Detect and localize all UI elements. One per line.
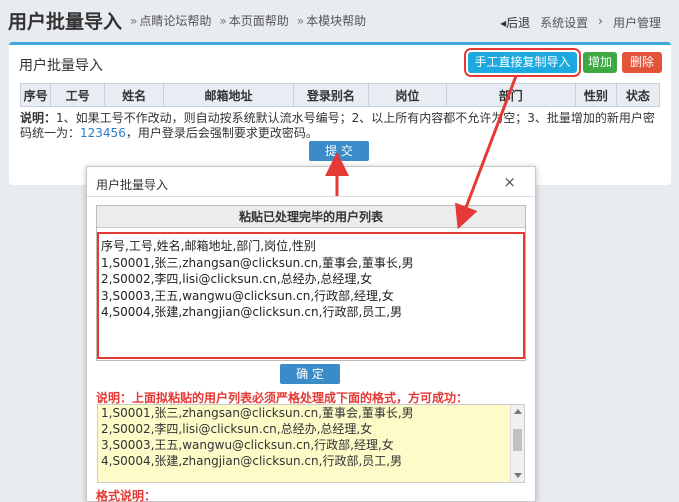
dialog-header: 用户批量导入 × [87,167,535,197]
help-link-page[interactable]: » 本页面帮助 [219,12,288,29]
submit-button[interactable]: 提 交 [309,141,369,161]
table-header-row: 序号 工号 姓名 邮箱地址 登录别名 岗位 部门 性别 状态 [19,83,661,107]
scroll-down-icon[interactable] [514,473,522,478]
confirm-button[interactable]: 确 定 [280,364,340,384]
column-header: 序号 [19,83,52,107]
example-text: 1,S0001,张三,zhangsan@clicksun.cn,董事会,董事长,… [101,406,414,468]
paste-textarea[interactable]: 序号,工号,姓名,邮箱地址,部门,岗位,性别 1,S0001,张三,zhangs… [97,232,525,359]
scrollbar[interactable] [510,405,524,482]
page-header: 用户批量导入 » 点睛论坛帮助 » 本页面帮助 » 本模块帮助 ◂后退 系统设置 › … [0,0,679,40]
page-title: 用户批量导入 [8,11,123,33]
paste-section-header: 粘贴已处理完毕的用户列表 [97,206,525,228]
column-header: 性别 [574,83,617,107]
breadcrumb-item[interactable]: 系统设置 [540,14,588,31]
paste-section: 粘贴已处理完毕的用户列表 序号,工号,姓名,邮箱地址,部门,岗位,性别 1,S0… [96,205,526,361]
help-link-forum[interactable]: » 点睛论坛帮助 [130,12,211,29]
column-header: 岗位 [368,83,447,107]
import-panel: 用户批量导入 手工直接复制导入 增加 删除 序号 工号 姓名 邮箱地址 登录别名… [9,42,671,185]
double-chevron-icon: » [130,14,138,28]
breadcrumb-separator: › [598,14,603,28]
manual-copy-import-button[interactable]: 手工直接复制导入 [464,48,581,77]
back-link[interactable]: ◂后退 [500,14,530,31]
format-description-label: 格式说明： [96,489,157,502]
column-header: 登录别名 [292,83,370,107]
example-textarea[interactable]: 1,S0001,张三,zhangsan@clicksun.cn,董事会,董事长,… [97,404,525,483]
column-header: 部门 [445,83,576,107]
import-dialog: 用户批量导入 × 粘贴已处理完毕的用户列表 序号,工号,姓名,邮箱地址,部门,岗… [86,166,536,502]
column-header: 状态 [615,83,661,107]
default-password: 123456 [80,126,126,140]
close-icon[interactable]: × [503,173,516,191]
column-header: 姓名 [104,83,165,107]
panel-title: 用户批量导入 [19,58,103,74]
column-header: 工号 [50,83,106,107]
double-chevron-icon: » [219,14,227,28]
double-chevron-icon: » [296,14,305,28]
instructions: 说明：1、如果工号不作改动，则自动按系统默认流水号编号；2、以上所有内容都不允许… [20,111,655,140]
help-links: » 点睛论坛帮助 » 本页面帮助 » 本模块帮助 [130,12,366,29]
user-table: 序号 工号 姓名 邮箱地址 登录别名 岗位 部门 性别 状态 [19,83,661,107]
scroll-up-icon[interactable] [514,409,522,414]
delete-button[interactable]: 删除 [622,52,662,73]
breadcrumb: ◂后退 系统设置 › 用户管理 [500,14,661,31]
column-header: 邮箱地址 [163,83,294,107]
add-button[interactable]: 增加 [583,52,617,73]
dialog-title: 用户批量导入 [96,178,169,192]
help-link-module[interactable]: » 本模块帮助 [297,12,366,29]
scroll-thumb[interactable] [513,429,522,451]
breadcrumb-item[interactable]: 用户管理 [613,14,661,31]
